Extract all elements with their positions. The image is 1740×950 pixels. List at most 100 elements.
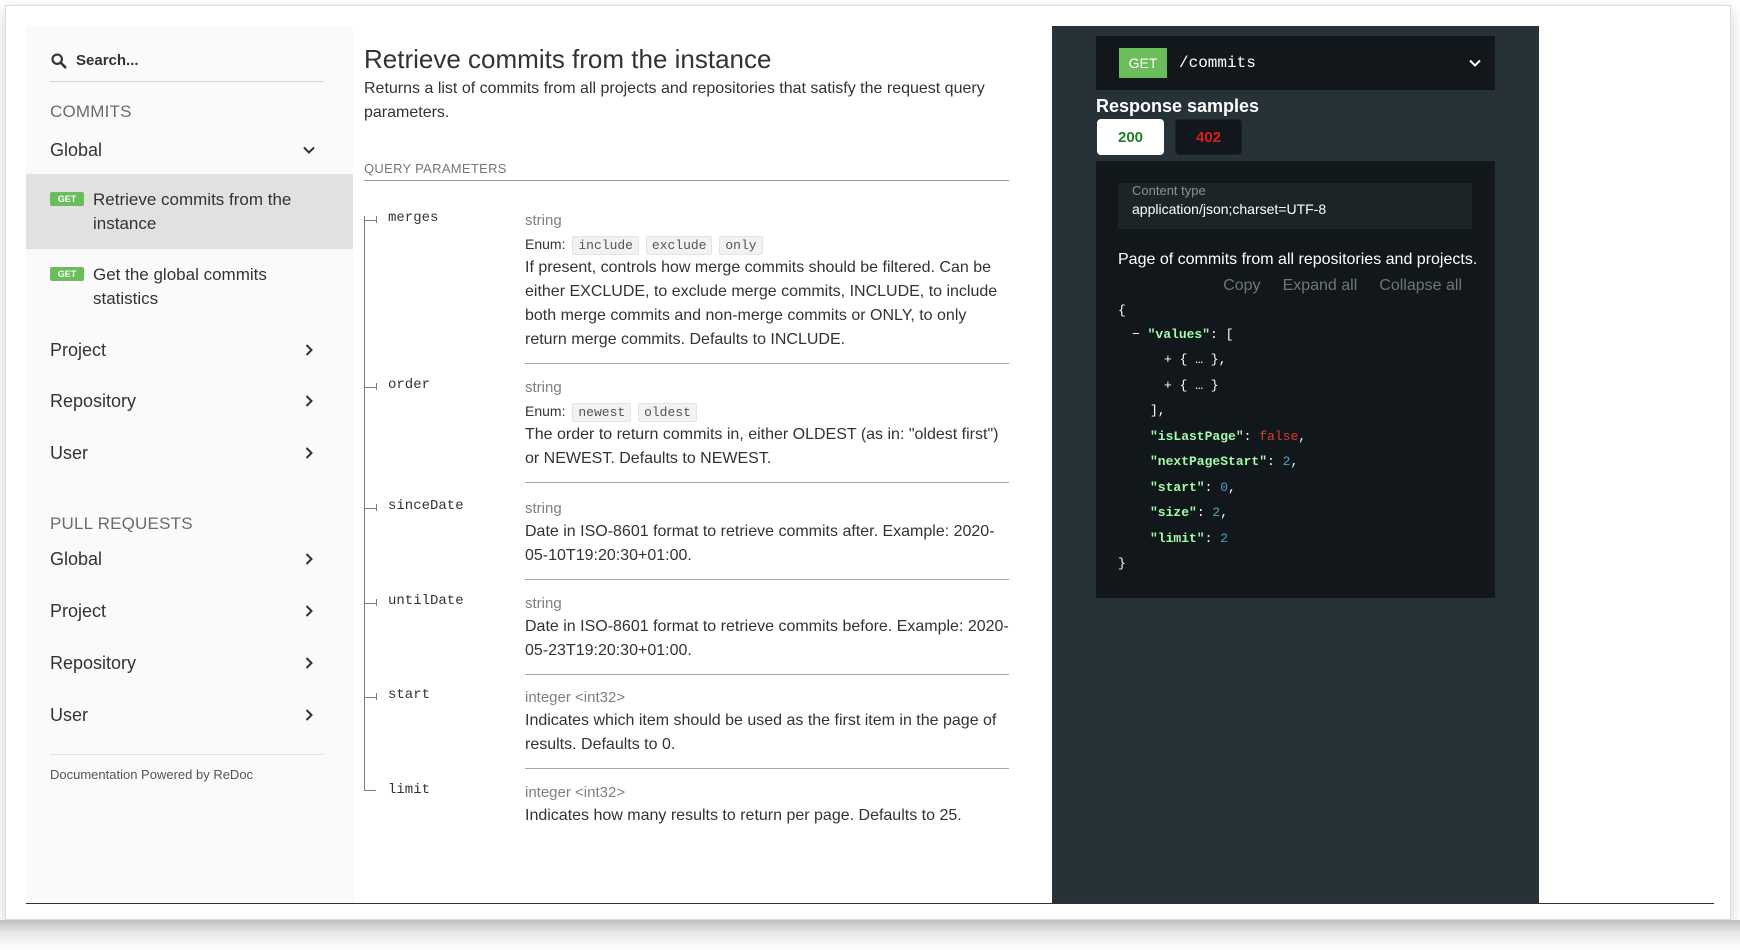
search-icon [51,52,67,69]
operation-content: Retrieve commits from the instance Retur… [364,26,1044,903]
content-type-selector[interactable]: Content type application/json;charset=UT… [1118,183,1472,229]
content-type-label: Content type [1132,183,1206,198]
chevron-right-icon [305,447,313,459]
right-panel: GET /commits Response samples 200 402 Co… [1052,26,1539,903]
group-title-pull-requests: PULL REQUESTS [50,514,193,533]
group-title-commits: COMMITS [50,102,132,121]
nav-commits-repository[interactable]: Repository [50,386,324,416]
expand-all-button[interactable]: Expand all [1283,277,1358,295]
query-parameters-header: QUERY PARAMETERS [364,161,1009,181]
param-details: string Date in ISO-8601 format to retrie… [525,498,1009,580]
response-samples-title: Response samples [1096,96,1260,116]
param-description: Date in ISO-8601 format to retrieve comm… [525,523,995,564]
json-line: "start": 0, [1150,478,1236,498]
sidebar-item-commits-statistics[interactable]: GET Get the global commits statistics [26,249,353,324]
param-type: string [525,595,562,612]
expand-toggle[interactable]: + { … }, [1164,352,1226,367]
chevron-right-icon [305,344,313,356]
tree-branch [364,697,376,698]
powered-by-link[interactable]: Documentation Powered by ReDoc [50,754,324,782]
chevron-right-icon [305,709,313,721]
param-name: sinceDate [388,498,464,514]
tree-branch-end [376,693,377,700]
search-input[interactable] [76,52,306,69]
json-punct: : [1204,531,1221,546]
get-method-badge: GET [50,192,84,206]
param-type: string [525,379,562,396]
param-description: Indicates how many results to return per… [525,807,962,824]
copy-button[interactable]: Copy [1223,277,1260,295]
nav-pr-global[interactable]: Global [50,544,324,574]
json-line: − "values": [ [1132,325,1233,345]
operation-description: Returns a list of commits from all proje… [364,80,985,121]
json-key: "limit" [1150,531,1205,546]
chevron-down-icon [303,146,315,154]
tree-branch-end [376,383,377,390]
tree-branch [364,387,376,388]
tab-402[interactable]: 402 [1175,119,1242,155]
collapse-all-button[interactable]: Collapse all [1379,277,1462,295]
page-title: Retrieve commits from the instance [364,44,772,74]
http-method-badge: GET [1119,48,1167,78]
json-value: false [1259,429,1299,444]
nav-commits-user[interactable]: User [50,438,324,468]
json-punct: , [1298,429,1307,444]
json-key: "values" [1147,327,1211,342]
content-type-value: application/json;charset=UTF-8 [1132,201,1327,217]
tree-branch [364,790,376,791]
json-actions: Copy Expand all Collapse all [1223,277,1462,295]
nav-label: Repository [50,390,137,411]
sidebar-item-label: Get the global commits statistics [93,265,267,308]
param-type: string [525,212,562,229]
nav-label: Project [50,339,107,360]
sidebar: COMMITS Global GET Retrieve commits from… [26,26,353,903]
response-description: Page of commits from all repositories an… [1118,251,1478,268]
json-line: "limit": 2 [1150,529,1228,549]
param-type: integer <int32> [525,784,626,801]
json-line: "size": 2, [1150,503,1228,523]
enum-value: only [719,236,763,255]
chevron-right-icon [305,657,313,669]
param-type: integer <int32> [525,689,626,706]
endpoint-path: /commits [1179,54,1256,72]
json-line: } [1118,554,1126,574]
sidebar-item-retrieve-commits[interactable]: GET Retrieve commits from the instance [26,174,353,249]
tree-branch-end [376,504,377,511]
param-details: string Date in ISO-8601 format to retrie… [525,593,1009,675]
nav-pr-project[interactable]: Project [50,596,324,626]
param-description: If present, controls how merge commits s… [525,259,998,348]
param-name: start [388,687,431,703]
chevron-down-icon [1469,59,1481,67]
enum-label: Enum: [525,236,566,252]
search-box [50,40,324,82]
json-brace: } [1118,556,1126,571]
json-line: "isLastPage": false, [1150,427,1306,447]
json-line: ], [1150,401,1166,421]
response-sample-body: Content type application/json;charset=UT… [1096,161,1495,598]
collapse-toggle[interactable]: − [1132,327,1140,342]
param-details: string Enum: newest oldest The order to … [525,377,1009,483]
expand-toggle[interactable]: + { … } [1164,378,1219,393]
json-value: 0 [1220,480,1229,495]
nav-pr-repository[interactable]: Repository [50,648,324,678]
endpoint-selector[interactable]: GET /commits [1096,36,1495,90]
enum-value: oldest [638,403,697,422]
nav-label: Project [50,600,107,621]
json-line: { [1118,301,1126,321]
tree-branch-end [376,216,377,223]
enum-value: newest [572,403,632,422]
nav-commits-project[interactable]: Project [50,335,324,365]
json-punct: : [1196,505,1213,520]
json-punct: , [1290,454,1299,469]
sidebar-item-label: Retrieve commits from the instance [93,190,292,233]
json-punct: , [1228,480,1236,495]
param-name: order [388,377,431,393]
nav-label: Global [50,139,103,160]
enum-value: exclude [645,236,713,255]
param-name: untilDate [388,593,464,609]
nav-commits-global[interactable]: Global [50,135,324,165]
param-details: integer <int32> Indicates how many resul… [525,782,1009,839]
param-description: Date in ISO-8601 format to retrieve comm… [525,618,1009,659]
nav-pr-user[interactable]: User [50,700,324,730]
tab-200[interactable]: 200 [1097,119,1164,155]
